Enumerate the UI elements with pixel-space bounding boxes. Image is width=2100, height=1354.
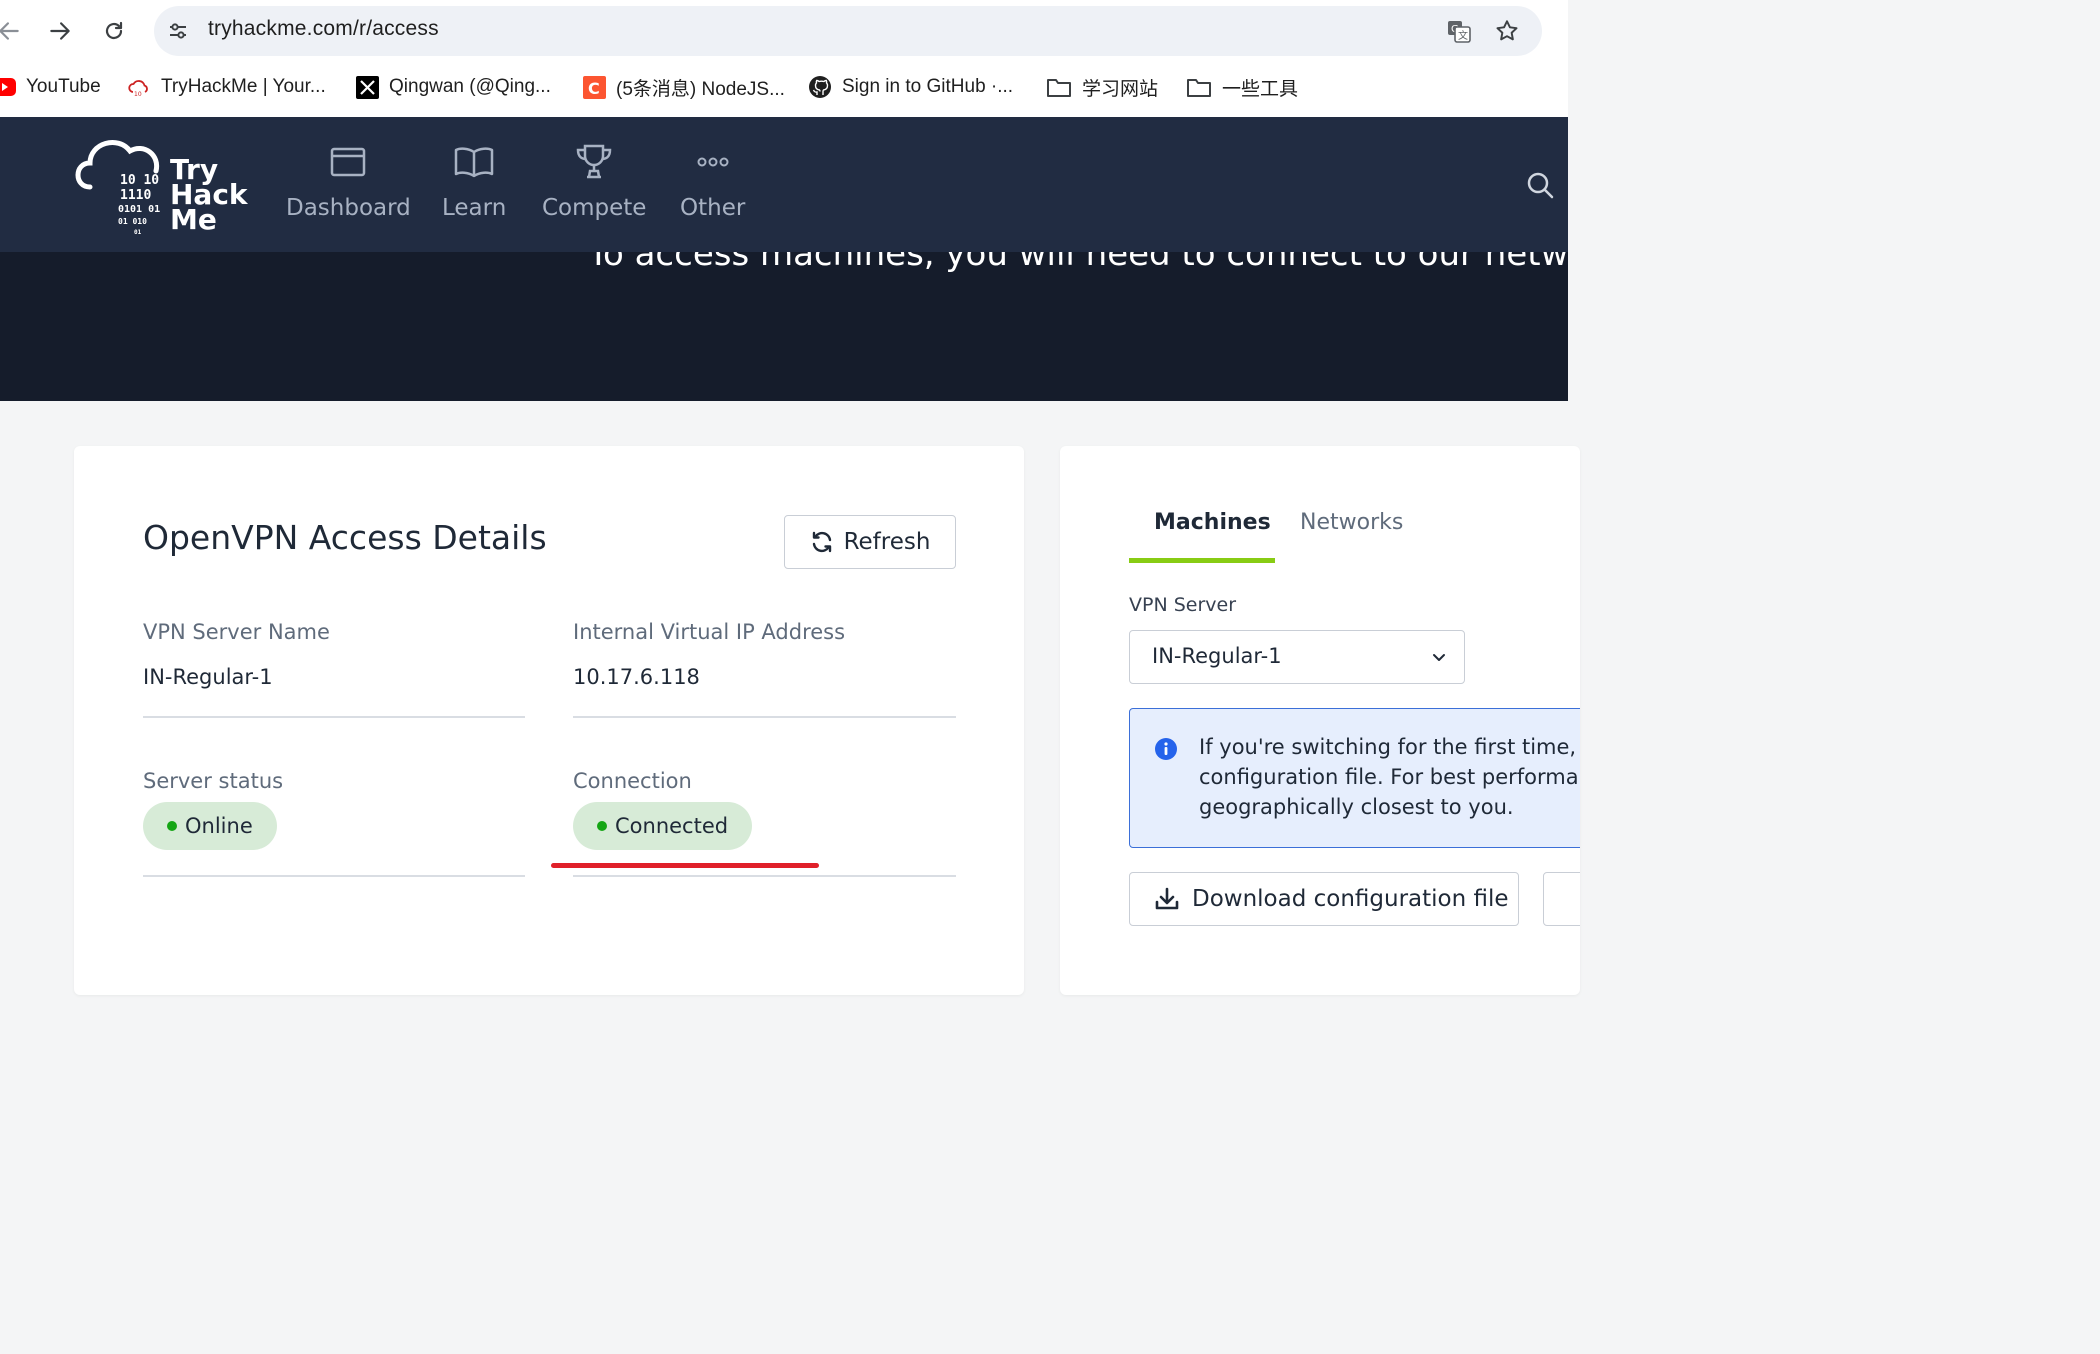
bookmark-label: (5条消息) NodeJS... bbox=[616, 78, 785, 100]
refresh-icon bbox=[812, 531, 831, 553]
tab-machines[interactable]: Machines bbox=[1154, 510, 1271, 535]
site-info-icon[interactable] bbox=[166, 19, 190, 47]
vpn-config-card: Machines Networks VPN Server IN-Regular-… bbox=[1060, 446, 1580, 995]
bookmark-youtube[interactable]: YouTube bbox=[0, 72, 101, 102]
nav-label: Other bbox=[680, 195, 746, 221]
bookmark-x[interactable]: Qingwan (@Qing... bbox=[356, 72, 551, 102]
arrow-left-icon bbox=[0, 22, 19, 40]
bookmark-folder-tools[interactable]: 一些工具 bbox=[1186, 72, 1298, 102]
tryhackme-logo[interactable]: 10 10 1110 0101 01 01 010 01 Try Hack Me bbox=[72, 133, 252, 237]
address-bar[interactable]: tryhackme.com/r/access G文 bbox=[154, 6, 1542, 56]
openvpn-access-card: OpenVPN Access Details Refresh VPN Serve… bbox=[74, 446, 1024, 995]
vpn-server-select[interactable]: IN-Regular-1 bbox=[1129, 630, 1465, 684]
nav-learn[interactable]: Learn bbox=[442, 141, 506, 221]
nav-dashboard[interactable]: Dashboard bbox=[286, 141, 411, 221]
divider bbox=[143, 875, 525, 877]
youtube-icon bbox=[0, 78, 16, 96]
bookmark-star-icon[interactable] bbox=[1494, 18, 1520, 48]
github-icon bbox=[809, 76, 831, 98]
tab-networks[interactable]: Networks bbox=[1300, 510, 1403, 535]
tryhackme-favicon: 10 bbox=[128, 80, 148, 98]
bookmark-folder-study[interactable]: 学习网站 bbox=[1046, 72, 1158, 102]
svg-text:1110: 1110 bbox=[120, 188, 151, 203]
connection-status-badge: Connected bbox=[573, 802, 753, 850]
book-icon bbox=[454, 141, 494, 183]
folder-icon bbox=[1187, 79, 1211, 97]
active-tab-indicator bbox=[1129, 558, 1275, 563]
browser-chrome: tryhackme.com/r/access G文 YouTube 10 Try… bbox=[0, 0, 1568, 117]
svg-text:10 10: 10 10 bbox=[120, 173, 159, 188]
internal-ip-label: Internal Virtual IP Address bbox=[573, 620, 846, 644]
x-icon bbox=[356, 75, 379, 99]
nav-other[interactable]: Other bbox=[680, 141, 745, 221]
bookmark-label: 一些工具 bbox=[1222, 78, 1299, 100]
bookmark-github[interactable]: Sign in to GitHub ·... bbox=[808, 72, 1013, 102]
svg-text:文: 文 bbox=[1458, 29, 1468, 42]
vpn-server-select-label: VPN Server bbox=[1129, 594, 1237, 616]
download-icon bbox=[1155, 887, 1179, 910]
hero-text: To access machines, you will need to con… bbox=[588, 252, 1568, 274]
trophy-icon bbox=[574, 141, 614, 183]
bookmark-label: Sign in to GitHub ·... bbox=[842, 76, 1014, 97]
csdn-icon: C bbox=[583, 75, 606, 99]
server-status-value: Online bbox=[185, 814, 253, 838]
status-dot-icon bbox=[597, 821, 607, 831]
card-title: OpenVPN Access Details bbox=[143, 518, 547, 557]
search-icon[interactable] bbox=[1526, 171, 1554, 203]
divider bbox=[573, 716, 956, 718]
nav-label: Dashboard bbox=[286, 195, 411, 221]
translate-icon[interactable]: G文 bbox=[1446, 18, 1472, 48]
bookmark-tryhackme[interactable]: 10 TryHackMe | Your... bbox=[127, 72, 326, 102]
secondary-button[interactable] bbox=[1543, 872, 1580, 926]
bookmark-csdn[interactable]: C (5条消息) NodeJS... bbox=[583, 72, 785, 102]
arrow-right-icon bbox=[50, 22, 70, 40]
nav-compete[interactable]: Compete bbox=[542, 141, 646, 221]
url-text[interactable]: tryhackme.com/r/access bbox=[208, 17, 439, 41]
bookmark-label: TryHackMe | Your... bbox=[161, 76, 326, 97]
bookmark-label: Qingwan (@Qing... bbox=[389, 76, 551, 97]
refresh-label: Refresh bbox=[843, 529, 931, 555]
internal-ip-value: 10.17.6.118 bbox=[573, 665, 700, 689]
svg-text:01 010: 01 010 bbox=[118, 217, 147, 226]
reload-button[interactable] bbox=[99, 16, 129, 46]
folder-icon bbox=[1047, 79, 1071, 97]
bookmark-label: YouTube bbox=[26, 76, 101, 97]
logo-text-me: Me bbox=[170, 203, 217, 236]
forward-button[interactable] bbox=[45, 16, 75, 46]
nav-label: Compete bbox=[542, 195, 647, 221]
info-text-line: geographically closest to you. bbox=[1199, 795, 1514, 819]
nav-label: Learn bbox=[442, 195, 507, 221]
status-dot-icon bbox=[167, 821, 177, 831]
info-icon bbox=[1154, 737, 1178, 765]
site-header: 10 10 1110 0101 01 01 010 01 Try Hack Me… bbox=[0, 117, 1568, 252]
bookmark-label: 学习网站 bbox=[1082, 78, 1159, 100]
more-icon bbox=[697, 141, 729, 183]
vpn-server-name-label: VPN Server Name bbox=[143, 620, 330, 644]
connection-label: Connection bbox=[573, 769, 692, 793]
divider bbox=[143, 716, 525, 718]
svg-text:10: 10 bbox=[134, 91, 142, 98]
download-label: Download configuration file bbox=[1192, 886, 1509, 912]
connection-value: Connected bbox=[615, 814, 729, 838]
server-status-label: Server status bbox=[143, 769, 284, 793]
svg-text:C: C bbox=[588, 79, 600, 98]
vpn-server-selected-value: IN-Regular-1 bbox=[1152, 644, 1282, 668]
info-text-line: configuration file. For best performan bbox=[1199, 765, 1580, 789]
back-button[interactable] bbox=[0, 16, 24, 46]
info-alert: If you're switching for the first time, … bbox=[1129, 708, 1580, 848]
dashboard-icon bbox=[330, 141, 366, 183]
divider bbox=[573, 875, 956, 877]
info-text-line: If you're switching for the first time, … bbox=[1199, 735, 1580, 759]
chevron-down-icon bbox=[1430, 648, 1448, 670]
refresh-button[interactable]: Refresh bbox=[784, 515, 956, 569]
server-status-badge: Online bbox=[143, 802, 277, 850]
hero-banner: To access machines, you will need to con… bbox=[0, 252, 1568, 401]
annotation-underline bbox=[551, 863, 819, 868]
vpn-server-name-value: IN-Regular-1 bbox=[143, 665, 273, 689]
svg-text:0101 01: 0101 01 bbox=[118, 204, 160, 215]
svg-text:01: 01 bbox=[134, 229, 142, 236]
reload-icon bbox=[105, 21, 123, 40]
download-config-button[interactable]: Download configuration file bbox=[1129, 872, 1519, 926]
